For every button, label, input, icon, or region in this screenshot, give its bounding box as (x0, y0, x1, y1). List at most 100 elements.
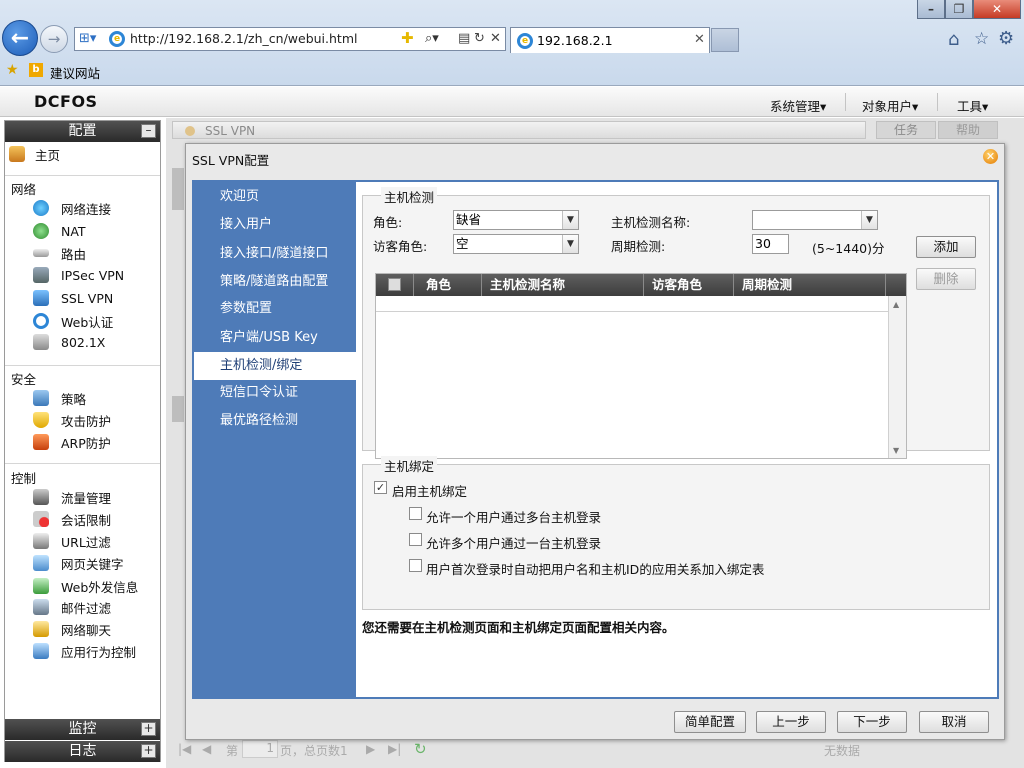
new-tab-button[interactable] (711, 28, 739, 52)
step-optimal-path[interactable]: 最优路径检测 (194, 407, 356, 435)
column-header[interactable]: 周期检测 (734, 274, 886, 296)
refresh-icon[interactable]: ↻ (474, 31, 485, 46)
scroll-up-icon[interactable]: ▲ (893, 300, 899, 309)
step-host-check-bind[interactable]: 主机检测/绑定 (194, 352, 356, 380)
right-tabs: 任务 帮助 (876, 121, 1022, 139)
suggested-sites-link[interactable]: 建议网站 (50, 63, 100, 82)
tab-help[interactable]: 帮助 (938, 121, 998, 139)
sidebar-item-ipsec-vpn[interactable]: IPSec VPN (33, 266, 124, 284)
menu-system[interactable]: 系统管理▾ (770, 96, 826, 115)
sidebar-header-config[interactable]: 配置 – (5, 121, 160, 142)
compat-icon[interactable]: ▤ (458, 31, 470, 46)
sidebar-item-traffic[interactable]: 流量管理 (33, 488, 111, 506)
step-access-users[interactable]: 接入用户 (194, 211, 356, 239)
tab-ie-icon: e (517, 33, 533, 49)
first-page-icon[interactable]: |◀ (178, 742, 191, 756)
prev-button[interactable]: 上一步 (756, 711, 826, 733)
sidebar-item-web-auth[interactable]: Web认证 (33, 312, 113, 330)
policy-icon (33, 390, 49, 406)
forward-icon[interactable]: → (40, 25, 68, 53)
sidebar-item-session-limit[interactable]: 会话限制 (33, 510, 111, 528)
sidebar-item-network-connection[interactable]: 网络连接 (33, 199, 111, 217)
sidebar-header-log[interactable]: 日志 + (5, 741, 160, 762)
sidebar-header-monitor[interactable]: 监控 + (5, 719, 160, 740)
table-scrollbar[interactable]: ▲ ▼ (888, 296, 906, 458)
guest-role-select[interactable]: 空 ▼ (453, 234, 579, 254)
tab-close-icon[interactable]: ✕ (694, 32, 705, 47)
table-row (376, 296, 888, 312)
sidebar-item-route[interactable]: 路由 (33, 244, 86, 262)
collapse-handle[interactable] (172, 396, 184, 422)
home-icon[interactable]: ⌂ (948, 29, 959, 50)
column-header[interactable]: 主机检测名称 (482, 274, 644, 296)
sidebar-item-arp-defense[interactable]: ARP防护 (33, 433, 111, 451)
enable-bind-checkbox[interactable]: ✓ (374, 481, 387, 494)
expand-icon[interactable]: + (141, 722, 156, 736)
expand-icon[interactable]: + (141, 744, 156, 758)
column-header[interactable]: 角色 (414, 274, 482, 296)
menu-divider (937, 93, 938, 111)
delete-button[interactable]: 删除 (916, 268, 976, 290)
step-policy-routes[interactable]: 策略/隧道路由配置 (194, 268, 356, 296)
menu-tools[interactable]: 工具▾ (957, 96, 988, 115)
url-text[interactable]: http://192.168.2.1/zh_cn/webui.html (130, 31, 357, 46)
next-page-icon[interactable]: ▶ (366, 742, 375, 756)
refresh-icon[interactable]: ↻ (414, 740, 427, 758)
minimize-icon[interactable]: – (917, 0, 945, 19)
step-client-usbkey[interactable]: 客户端/USB Key (194, 324, 356, 352)
step-interfaces[interactable]: 接入接口/隧道接口 (194, 240, 356, 268)
sidebar-item-app-behavior[interactable]: 应用行为控制 (33, 642, 136, 660)
sidebar-item-policy[interactable]: 策略 (33, 389, 86, 407)
close-icon[interactable]: ✕ (983, 149, 998, 164)
role-select[interactable]: 缺省 ▼ (453, 210, 579, 230)
compat-view-icon[interactable]: ⊞▾ (79, 31, 96, 46)
column-header[interactable]: 访客角色 (644, 274, 734, 296)
collapse-handle[interactable] (172, 168, 184, 210)
back-icon[interactable]: ← (2, 20, 38, 56)
ssl-vpn-dialog: SSL VPN配置 ✕ 欢迎页 接入用户 接入接口/隧道接口 策略/隧道路由配置… (185, 143, 1005, 740)
tools-icon[interactable]: ⚙ (998, 28, 1014, 49)
addon-icon[interactable]: ✚ (401, 29, 414, 47)
multi-host-checkbox[interactable] (409, 507, 422, 520)
scroll-down-icon[interactable]: ▼ (893, 446, 899, 455)
sidebar-item-url-filter[interactable]: URL过滤 (33, 532, 111, 550)
sidebar-item-nat[interactable]: NAT (33, 222, 86, 240)
sidebar-item-mail-filter[interactable]: 邮件过滤 (33, 598, 111, 616)
auto-bind-checkbox[interactable] (409, 559, 422, 572)
sidebar-item-web-keyword[interactable]: 网页关键字 (33, 554, 124, 572)
multi-user-checkbox[interactable] (409, 533, 422, 546)
next-button[interactable]: 下一步 (837, 711, 907, 733)
search-icon[interactable]: ⌕▾ (425, 31, 439, 46)
page-input[interactable]: 1 (242, 740, 278, 758)
favorites-icon[interactable]: ☆ (974, 29, 989, 49)
close-window-icon[interactable]: ✕ (973, 0, 1021, 19)
sidebar-item-home[interactable]: 主页 (9, 145, 60, 163)
cancel-button[interactable]: 取消 (919, 711, 989, 733)
prev-page-icon[interactable]: ◀ (202, 742, 211, 756)
sidebar-item-8021x[interactable]: 802.1X (33, 333, 105, 351)
period-input[interactable]: 30 (752, 234, 789, 254)
sidebar-item-attack-defense[interactable]: 攻击防护 (33, 411, 111, 429)
maximize-icon[interactable]: ❐ (945, 0, 973, 19)
favorites-star-icon[interactable]: ★ (6, 62, 19, 78)
chevron-down-icon: ▼ (562, 211, 578, 229)
stop-icon[interactable]: ✕ (490, 31, 501, 46)
collapse-icon[interactable]: – (141, 124, 156, 138)
last-page-icon[interactable]: ▶| (388, 742, 401, 756)
address-bar[interactable]: ⊞▾ e http://192.168.2.1/zh_cn/webui.html… (74, 27, 506, 51)
role-value: 缺省 (456, 212, 482, 227)
browser-tab[interactable]: e 192.168.2.1 ✕ (510, 27, 710, 53)
tab-tasks[interactable]: 任务 (876, 121, 936, 139)
host-check-name-select[interactable]: ▼ (752, 210, 878, 230)
browser-chrome: – ❐ ✕ ← → ⊞▾ e http://192.168.2.1/zh_cn/… (0, 0, 1024, 86)
step-sms-auth[interactable]: 短信口令认证 (194, 379, 356, 407)
simple-config-button[interactable]: 简单配置 (674, 711, 746, 733)
step-parameters[interactable]: 参数配置 (194, 295, 356, 323)
sidebar-item-ssl-vpn[interactable]: SSL VPN (33, 289, 113, 307)
sidebar-item-chat[interactable]: 网络聊天 (33, 620, 111, 638)
sidebar-item-web-outgoing[interactable]: Web外发信息 (33, 577, 138, 595)
menu-objects[interactable]: 对象用户▾ (862, 96, 918, 115)
select-all-checkbox[interactable] (388, 278, 401, 291)
add-button[interactable]: 添加 (916, 236, 976, 258)
step-welcome[interactable]: 欢迎页 (194, 183, 356, 211)
